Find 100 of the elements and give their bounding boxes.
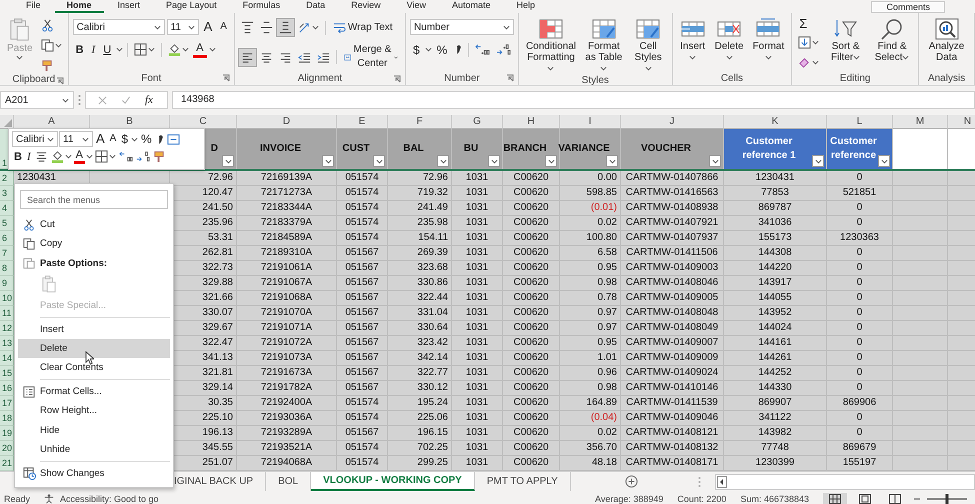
column-header[interactable]: D (237, 115, 337, 129)
column-header[interactable]: N (948, 115, 975, 129)
dialog-launcher-icon[interactable] (506, 74, 514, 82)
filter-button[interactable] (437, 155, 449, 167)
ribbon-button[interactable]: Find & Select (870, 17, 914, 64)
insert-function-button[interactable]: fx (145, 94, 153, 106)
percent-button[interactable]: % (434, 42, 450, 58)
row-header[interactable]: 7 (0, 246, 14, 261)
decrease-font-size-button[interactable]: A (217, 19, 230, 35)
dialog-launcher-icon[interactable] (222, 74, 230, 82)
font-name-dropdown[interactable]: Calibri (72, 19, 165, 35)
row-header[interactable]: 3 (0, 186, 14, 201)
increase-font-size-button[interactable]: A (94, 132, 107, 146)
menu-item[interactable]: Insert (18, 320, 170, 339)
column-header[interactable]: L (827, 115, 893, 129)
increase-decimal-button[interactable] (118, 149, 134, 164)
comments-button[interactable]: Comments (871, 0, 945, 12)
decrease-font-size-button[interactable]: A (108, 132, 118, 146)
ribbon-button[interactable]: Format as Table (582, 17, 626, 75)
column-header[interactable]: J (621, 115, 724, 129)
ribbon-button[interactable]: Analyze Data (923, 17, 970, 64)
column-header[interactable]: G (452, 115, 503, 129)
menu-item[interactable]: Copy (18, 234, 170, 254)
merge-center-button[interactable] (166, 132, 181, 146)
row-header[interactable]: 6 (0, 231, 14, 246)
scroll-left-icon[interactable] (716, 476, 727, 488)
column-header[interactable]: F (388, 115, 452, 129)
normal-view-button[interactable] (823, 493, 847, 504)
autosum-button[interactable]: Σ (796, 17, 822, 31)
filter-button[interactable] (373, 155, 385, 167)
menu-item[interactable]: Format Cells... (18, 382, 170, 402)
row-header[interactable]: 5 (0, 216, 14, 231)
ribbon-tab[interactable]: Review (339, 0, 393, 13)
underline-button[interactable]: U (100, 42, 114, 58)
ribbon-tab[interactable]: Data (294, 0, 338, 13)
row-header[interactable]: 21 (0, 456, 14, 471)
font-size-dropdown[interactable]: 11 (166, 19, 199, 35)
font-color-button[interactable]: A (74, 150, 85, 164)
column-header[interactable]: K (724, 115, 827, 129)
wrap-text-button[interactable]: Wrap Text (330, 20, 396, 36)
currency-button[interactable]: $ (119, 132, 130, 146)
filter-button[interactable] (322, 155, 334, 167)
menu-item[interactable]: Unhide (18, 440, 170, 459)
menu-item[interactable]: Hide (18, 420, 170, 440)
column-header[interactable]: B (90, 115, 170, 129)
sheet-tab[interactable]: VLOOKUP - WORKING COPY (311, 472, 475, 491)
bold-button[interactable]: B (12, 150, 24, 164)
copy-button[interactable] (38, 37, 64, 54)
checkmark-icon[interactable] (121, 96, 131, 104)
ribbon-tab[interactable]: File (14, 0, 53, 13)
font-size-dropdown[interactable]: 11 (59, 131, 93, 147)
accessibility-icon[interactable] (44, 494, 54, 504)
row-header[interactable]: 20 (0, 441, 14, 456)
ribbon-tab[interactable]: Page Layout (154, 0, 229, 13)
row-header[interactable]: 16 (0, 381, 14, 396)
column-header[interactable]: A (14, 115, 90, 129)
zoom-slider-thumb[interactable] (946, 494, 948, 504)
dialog-launcher-icon[interactable] (392, 75, 401, 83)
row-header[interactable]: 18 (0, 411, 14, 426)
fill-color-button[interactable] (50, 149, 73, 164)
ribbon-tab[interactable]: Formulas (230, 0, 292, 13)
formula-input[interactable]: 143968 (172, 91, 975, 109)
horizontal-align-button[interactable] (238, 48, 256, 66)
row-header[interactable]: 2 (0, 171, 14, 186)
search-field[interactable]: Search the menus (20, 190, 168, 210)
name-box[interactable]: A201 (0, 91, 74, 109)
menu-item[interactable]: Delete (18, 338, 170, 358)
filter-button[interactable] (709, 155, 721, 167)
row-header[interactable]: 17 (0, 396, 14, 411)
menu-item[interactable]: Row Height... (18, 401, 170, 421)
column-header[interactable]: M (893, 115, 948, 129)
ribbon-tab[interactable]: View (394, 0, 438, 13)
ribbon-button[interactable]: Insert (676, 17, 709, 64)
row-header[interactable]: 11 (0, 306, 14, 321)
row-header[interactable]: 10 (0, 291, 14, 306)
ribbon-tab[interactable]: Automate (440, 0, 503, 13)
filter-button[interactable] (878, 155, 890, 167)
ribbon-button[interactable]: Conditional Formatting (522, 17, 579, 75)
column-header[interactable]: E (337, 115, 388, 129)
vertical-align-button[interactable] (276, 19, 294, 36)
row-header[interactable]: 8 (0, 261, 14, 276)
row-header[interactable]: 12 (0, 321, 14, 336)
new-sheet-button[interactable] (624, 475, 638, 488)
horizontal-scrollbar[interactable] (714, 474, 975, 490)
row-header[interactable]: 14 (0, 351, 14, 366)
ribbon-button[interactable]: Cell Styles (628, 17, 668, 75)
borders-button[interactable] (94, 149, 117, 164)
filter-button[interactable] (812, 155, 824, 167)
column-header[interactable]: I (560, 115, 621, 129)
number-format-dropdown[interactable]: Number (410, 19, 514, 35)
row-header[interactable]: 4 (0, 201, 14, 216)
filter-button[interactable] (488, 155, 500, 167)
row-header[interactable]: 13 (0, 336, 14, 351)
menu-item[interactable]: Clear Contents (18, 358, 170, 378)
filter-button[interactable] (545, 155, 557, 167)
ribbon-button[interactable]: Format (750, 17, 788, 64)
row-header[interactable]: 9 (0, 276, 14, 291)
merge-center-button[interactable]: Merge & Center (340, 42, 401, 72)
ribbon-button[interactable]: Delete (712, 17, 747, 64)
row-header[interactable]: 15 (0, 366, 14, 381)
